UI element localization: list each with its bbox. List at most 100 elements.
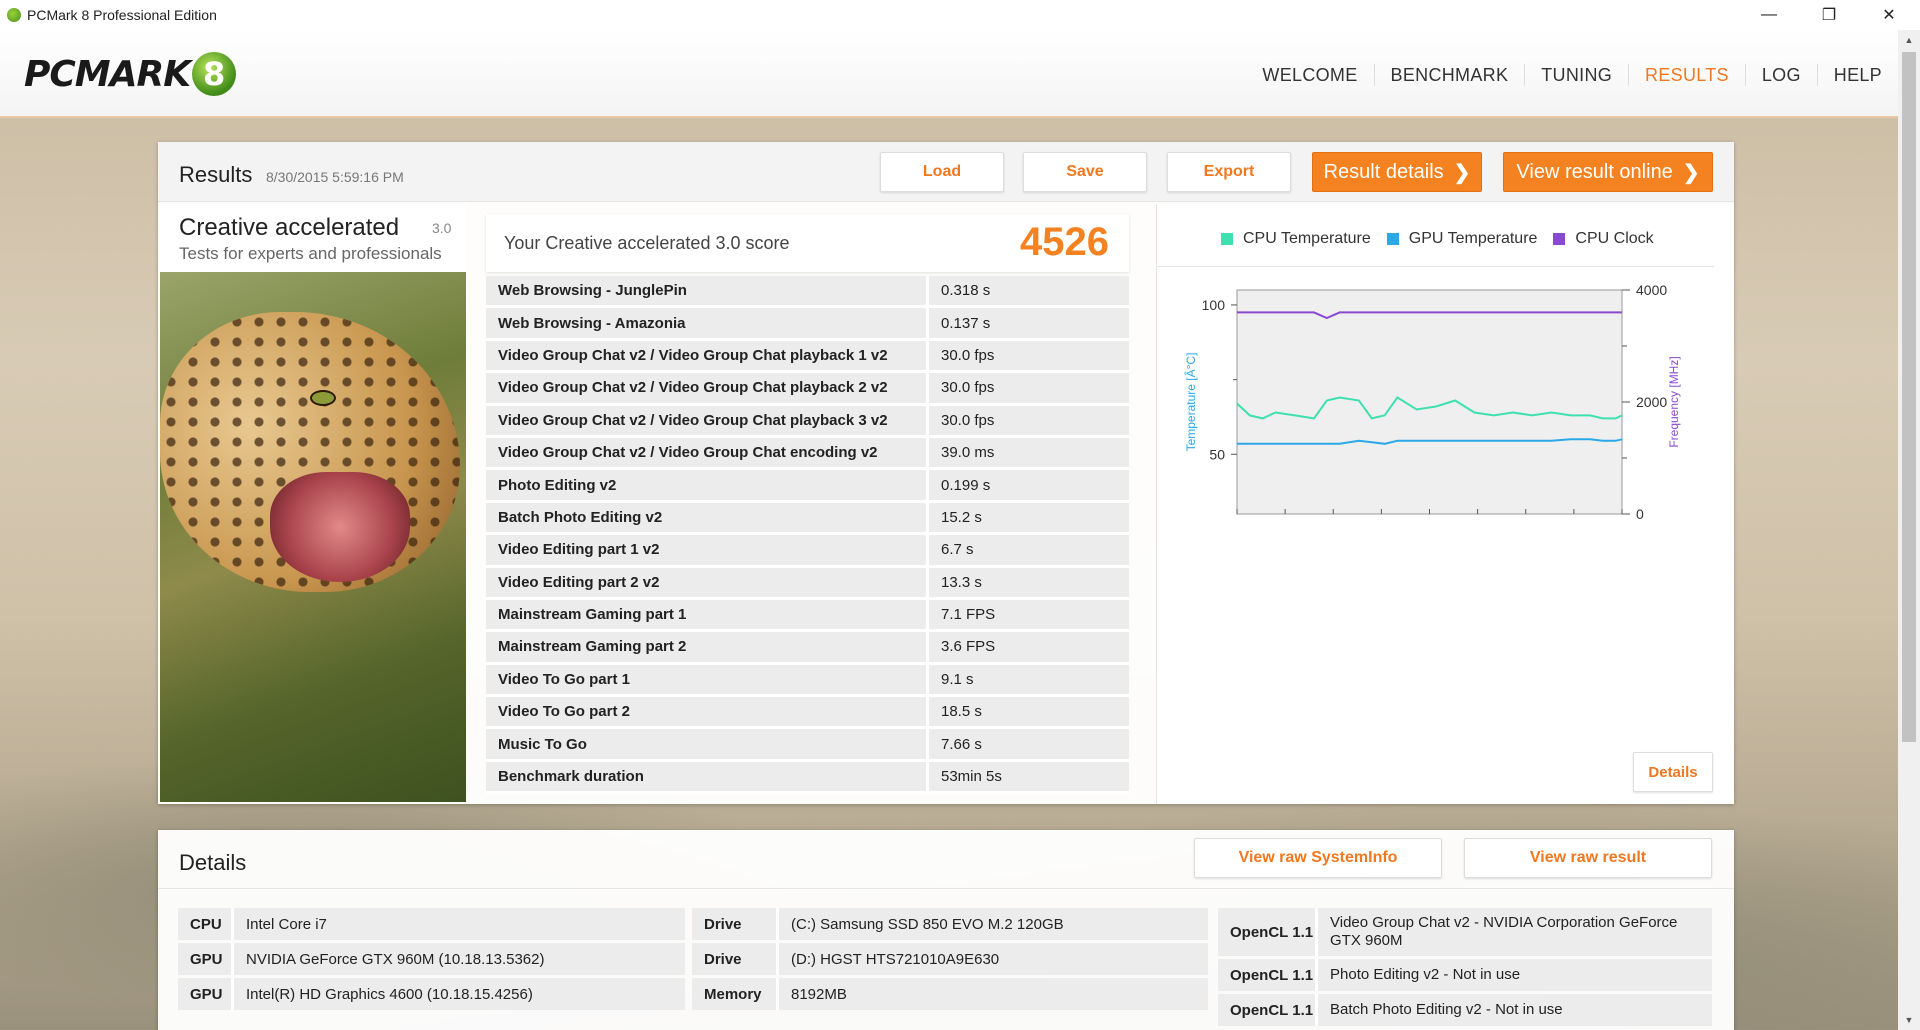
legend-swatch-gpu-temp [1386,233,1399,245]
y-right-tick-label: 4000 [1636,282,1667,298]
window-title: PCMark 8 Professional Edition [27,7,217,23]
result-row: Video Group Chat v2 / Video Group Chat p… [486,373,1129,406]
close-button[interactable]: ✕ [1866,0,1912,30]
result-test-name: Video Editing part 1 v2 [486,535,929,568]
pcmark-logo: PCMARK 8 [24,52,237,96]
result-test-name: Web Browsing - Amazonia [486,308,929,341]
result-test-value: 3.6 FPS [929,632,1129,665]
result-row: Video Group Chat v2 / Video Group Chat p… [486,405,1129,438]
app-icon [7,8,21,22]
nav-benchmark[interactable]: BENCHMARK [1373,64,1525,86]
results-panel: Results 8/30/2015 5:59:16 PM Load Save E… [158,142,1734,804]
save-button[interactable]: Save [1023,152,1147,192]
result-test-value: 0.199 s [929,470,1129,503]
y-right-axis-label: Frequency [MHz] [1667,356,1681,447]
benchmark-subtitle: Tests for experts and professionals [179,244,442,263]
result-test-value: 0.318 s [929,276,1129,309]
result-row: Mainstream Gaming part 1 7.1 FPS [486,599,1129,633]
details-key: Memory [692,978,779,1010]
result-test-name: Music To Go [486,729,929,762]
details-row: Drive (D:) HGST HTS721010A9E630 [692,943,1208,975]
results-table: Web Browsing - JunglePin 0.318 s Web Brows… [486,276,1129,795]
details-title: Details [179,850,247,875]
score-value: 4526 [1020,220,1109,264]
details-storage-table: Drive (C:) Samsung SSD 850 EVO M.2 120GB… [692,908,1208,1013]
result-test-name: Mainstream Gaming part 2 [486,632,929,665]
result-test-value: 39.0 ms [929,437,1129,471]
result-test-value: 53min 5s [929,761,1129,795]
nav-welcome[interactable]: WELCOME [1246,64,1373,86]
details-row: Drive (C:) Samsung SSD 850 EVO M.2 120GB [692,908,1208,940]
chart-svg: 100504000200000:301:00Time [s]Temperatur… [1183,282,1681,522]
result-test-name: Web Browsing - JunglePin [486,276,929,309]
legend-label: CPU Clock [1575,230,1654,247]
details-key: GPU [178,943,234,975]
view-raw-result-button[interactable]: View raw result [1464,838,1712,878]
logo-8-badge: 8 [192,52,237,96]
leopard-eye-shape [310,390,336,406]
export-button[interactable]: Export [1167,152,1291,192]
result-row: Video Editing part 2 v2 13.3 s [486,567,1129,600]
leopard-image [160,272,466,802]
view-raw-systeminfo-button[interactable]: View raw SystemInfo [1194,838,1442,878]
details-divider [158,888,1734,889]
result-details-button[interactable]: Result details ❯ [1312,152,1482,192]
scroll-down-arrow-icon[interactable]: ▼ [1898,1010,1920,1030]
details-value: Photo Editing v2 - Not in use [1318,959,1712,991]
logo-text: PCMARK [24,53,191,95]
result-test-value: 9.1 s [929,664,1129,698]
app-header: PCMARK 8 WELCOME BENCHMARK TUNING RESULT… [0,30,1898,118]
chevron-right-icon: ❯ [1682,161,1700,184]
details-row: CPU Intel Core i7 [178,908,685,940]
details-row: OpenCL 1.1 Batch Photo Editing v2 - Not … [1218,994,1712,1026]
scroll-thumb[interactable] [1902,52,1916,742]
details-row: Memory 8192MB [692,978,1208,1010]
y-left-axis-label: Temperature [Â°C] [1183,353,1198,452]
results-header: Results 8/30/2015 5:59:16 PM Load Save E… [158,142,1734,202]
result-row: Mainstream Gaming part 2 3.6 FPS [486,632,1129,665]
details-value: NVIDIA GeForce GTX 960M (10.18.13.5362) [234,943,685,975]
result-row: Music To Go 7.66 s [486,729,1129,762]
benchmark-name: Creative accelerated [179,214,400,241]
details-value: 8192MB [779,978,1208,1010]
result-test-name: Batch Photo Editing v2 [486,502,929,536]
load-button[interactable]: Load [880,152,1004,192]
result-row: Photo Editing v2 0.199 s [486,470,1129,503]
result-row: Web Browsing - JunglePin 0.318 s [486,276,1129,309]
result-row: Video Group Chat v2 / Video Group Chat e… [486,437,1129,471]
benchmark-info: Creative accelerated 3.0 Tests for exper… [158,204,466,272]
result-row: Benchmark duration 53min 5s [486,761,1129,795]
details-key: Drive [692,908,779,940]
result-test-name: Video Group Chat v2 / Video Group Chat p… [486,405,929,438]
details-value: Video Group Chat v2 - NVIDIA Corporation… [1318,908,1712,956]
result-details-label: Result details [1323,160,1444,183]
scroll-up-arrow-icon[interactable]: ▲ [1898,30,1920,50]
view-online-label: View result online [1516,160,1673,183]
result-test-name: Mainstream Gaming part 1 [486,599,929,633]
result-test-name: Video Group Chat v2 / Video Group Chat e… [486,437,929,471]
result-test-value: 6.7 s [929,535,1129,568]
main-nav: WELCOME BENCHMARK TUNING RESULTS LOG HEL… [1246,64,1898,86]
legend-divider [1157,266,1714,267]
result-test-value: 30.0 fps [929,340,1129,374]
nav-help[interactable]: HELP [1816,64,1898,86]
nav-tuning[interactable]: TUNING [1524,64,1628,86]
details-opencl-table: OpenCL 1.1 Video Group Chat v2 - NVIDIA … [1218,908,1712,1029]
legend-label: CPU Temperature [1243,230,1371,247]
result-row: Batch Photo Editing v2 15.2 s [486,502,1129,536]
chart-details-button[interactable]: Details [1633,752,1713,792]
view-result-online-button[interactable]: View result online ❯ [1503,152,1713,192]
details-key: OpenCL 1.1 [1218,994,1318,1026]
maximize-button[interactable]: ❐ [1806,0,1852,30]
minimize-button[interactable]: — [1746,0,1792,30]
details-key: CPU [178,908,234,940]
details-hardware-table: CPU Intel Core i7 GPU NVIDIA GeForce GTX… [178,908,685,1013]
vertical-scrollbar[interactable]: ▲ ▼ [1898,30,1920,1030]
nav-log[interactable]: LOG [1744,64,1817,86]
details-key: OpenCL 1.1 [1218,908,1318,956]
details-row: GPU NVIDIA GeForce GTX 960M (10.18.13.53… [178,943,685,975]
nav-results[interactable]: RESULTS [1628,64,1745,86]
details-panel: Details View raw SystemInfo View raw res… [158,830,1734,1030]
legend-label: GPU Temperature [1408,230,1538,247]
results-date: 8/30/2015 5:59:16 PM [266,169,404,185]
